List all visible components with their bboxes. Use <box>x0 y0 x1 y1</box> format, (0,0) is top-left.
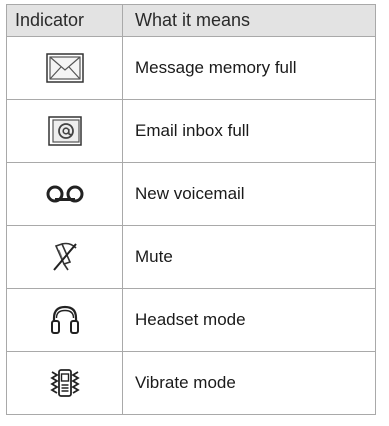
message-memory-full-icon <box>45 53 84 83</box>
headset-icon <box>50 305 79 334</box>
mute-icon <box>52 242 77 271</box>
table-row: Mute <box>6 225 376 289</box>
table-row: Message memory full <box>6 36 376 100</box>
table-row: New voicemail <box>6 162 376 226</box>
row-label: Vibrate mode <box>122 351 376 415</box>
table-row: Headset mode <box>6 288 376 352</box>
header-indicator: Indicator <box>6 4 123 37</box>
voicemail-icon <box>46 185 83 203</box>
row-label: Email inbox full <box>122 99 376 163</box>
table-header-row: Indicator What it means <box>6 4 376 37</box>
indicator-table: Indicator What it means Message memory f… <box>6 4 376 415</box>
indicator-table-container: Indicator What it means Message memory f… <box>6 4 376 415</box>
row-label: New voicemail <box>122 162 376 226</box>
vibrate-icon <box>49 369 80 397</box>
row-label: Headset mode <box>122 288 376 352</box>
email-inbox-full-icon <box>47 116 82 146</box>
row-label: Message memory full <box>122 36 376 100</box>
table-row: Vibrate mode <box>6 351 376 415</box>
row-label: Mute <box>122 225 376 289</box>
table-row: Email inbox full <box>6 99 376 163</box>
header-what-it-means: What it means <box>122 4 376 37</box>
